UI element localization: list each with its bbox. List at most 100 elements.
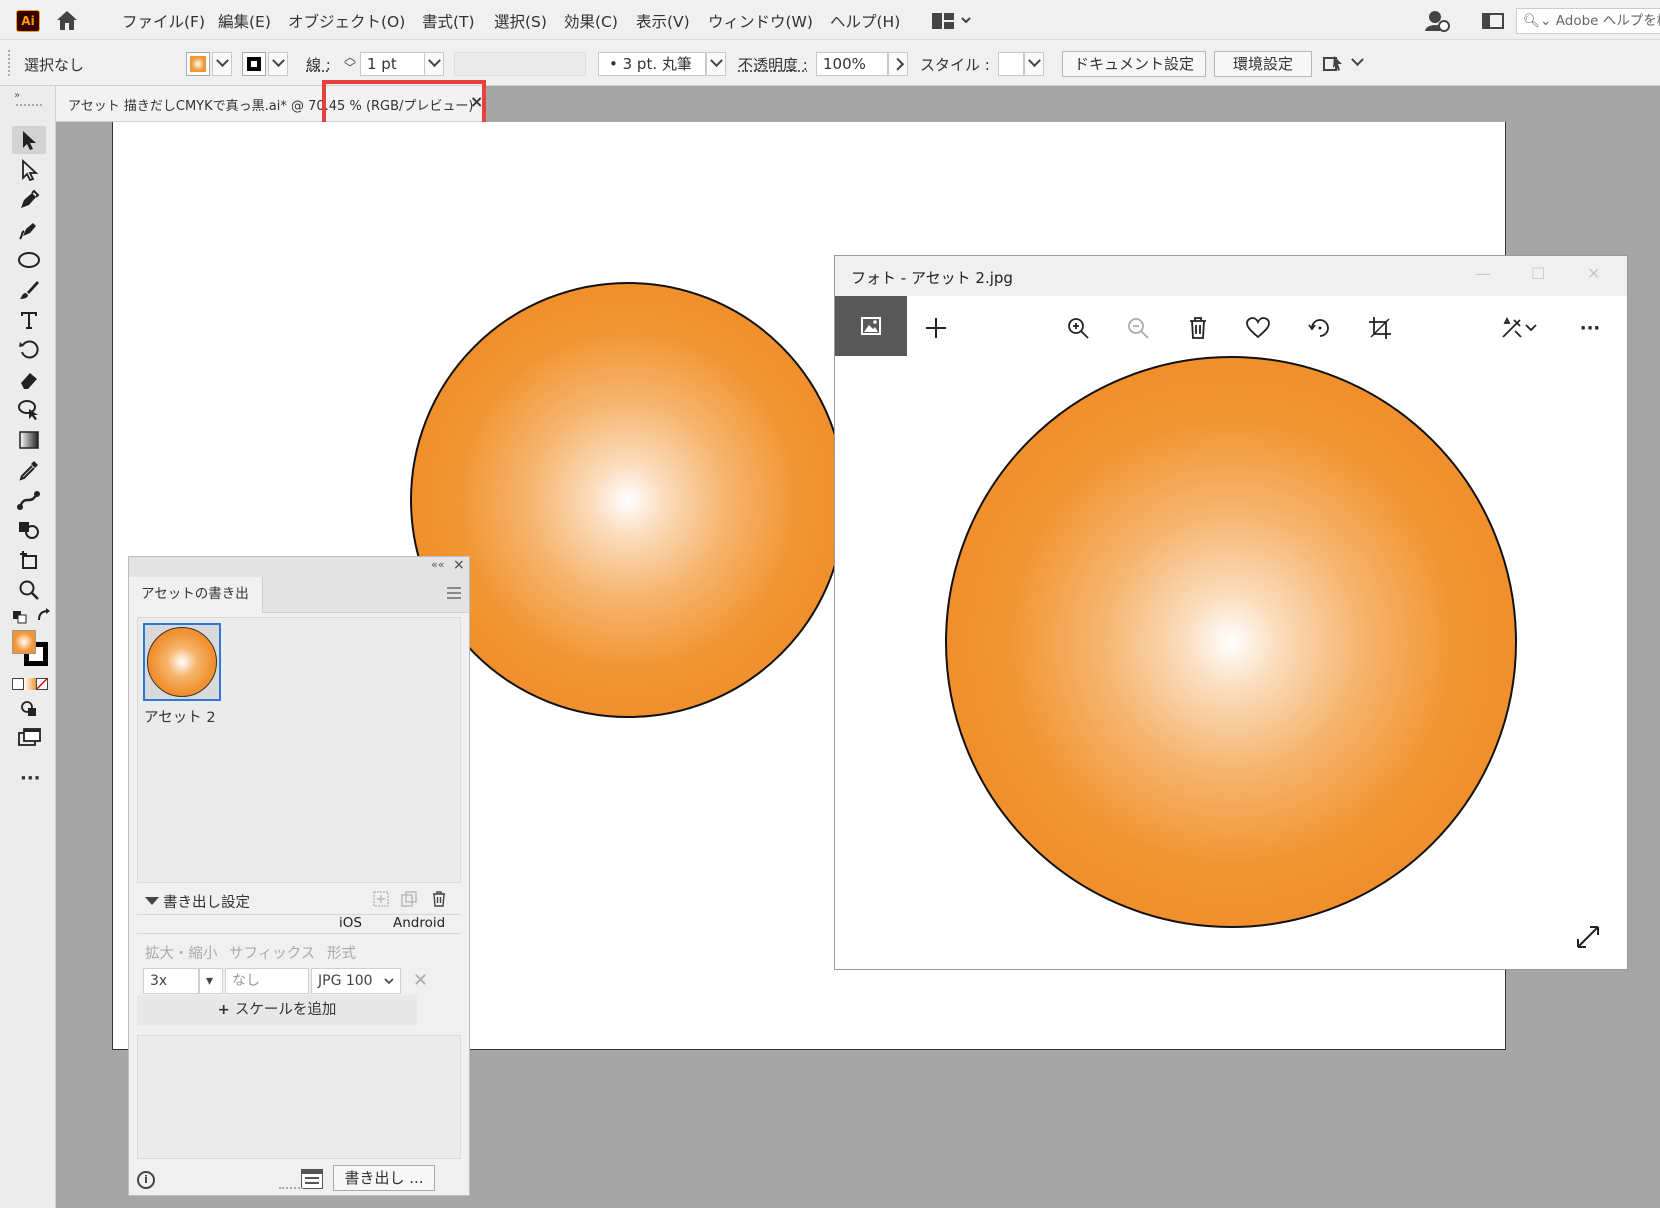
draw-mode-icon[interactable]	[20, 700, 38, 718]
favorite-button[interactable]	[1245, 315, 1271, 341]
help-search-input[interactable]: 🔍︎⌄ Adobe ヘルプを検	[1516, 8, 1660, 34]
add-scale-button[interactable]: + スケールを追加	[137, 995, 417, 1025]
style-dropdown[interactable]	[1024, 52, 1044, 76]
tab-asset-export[interactable]: アセットの書き出し	[129, 577, 263, 636]
edit-create-button[interactable]	[1499, 315, 1525, 341]
menu-view[interactable]: 表示(V)	[636, 10, 690, 32]
none-mode-icon[interactable]	[36, 678, 48, 690]
menu-edit[interactable]: 編集(E)	[218, 10, 271, 32]
panel-toggle-icon[interactable]	[1482, 13, 1504, 29]
zoom-in-button[interactable]	[1065, 315, 1091, 341]
more-tools-icon[interactable]: ···	[20, 768, 41, 789]
rotate-button[interactable]	[1307, 315, 1333, 341]
asset-thumbnail[interactable]	[143, 623, 221, 701]
menu-window[interactable]: ウィンドウ(W)	[708, 10, 813, 32]
menu-object[interactable]: オブジェクト(O)	[288, 10, 405, 32]
lasso-select-tool[interactable]	[12, 396, 46, 424]
add-multiple-assets-icon[interactable]	[401, 891, 417, 907]
document-setup-button[interactable]: ドキュメント設定	[1062, 51, 1206, 77]
default-colors-icon[interactable]	[12, 610, 28, 624]
shape-builder-tool[interactable]	[12, 516, 46, 544]
collapse-panel-icon[interactable]: ««	[431, 558, 444, 571]
minimize-icon[interactable]: —	[1475, 264, 1491, 283]
curvature-tool[interactable]	[12, 216, 46, 244]
fill-color-swatch[interactable]	[186, 52, 210, 76]
remove-scale-icon[interactable]: ✕	[413, 970, 428, 991]
crop-button[interactable]	[1367, 315, 1393, 341]
menu-type[interactable]: 書式(T)	[422, 10, 475, 32]
swap-colors-icon[interactable]	[36, 608, 52, 624]
close-panel-icon[interactable]: ×	[453, 557, 465, 573]
screen-mode-icon[interactable]	[18, 728, 42, 746]
stroke-color-swatch[interactable]	[242, 52, 266, 76]
add-asset-icon[interactable]	[373, 891, 389, 907]
edit-create-dropdown[interactable]	[1523, 315, 1539, 341]
panel-resize-grip[interactable]	[279, 1187, 303, 1191]
menu-file[interactable]: ファイル(F)	[122, 10, 205, 32]
photos-titlebar[interactable]: フォト - アセット 2.jpg — ☐ ✕	[835, 256, 1627, 296]
zoom-tool[interactable]	[12, 576, 46, 604]
panel-expand-icon[interactable]: »	[14, 90, 20, 101]
home-icon[interactable]	[54, 8, 80, 32]
paintbrush-tool[interactable]	[12, 276, 46, 304]
menu-help[interactable]: ヘルプ(H)	[830, 10, 900, 32]
fill-color-box[interactable]	[12, 630, 36, 654]
add-to-button[interactable]	[923, 315, 949, 341]
close-icon[interactable]: ✕	[1587, 264, 1600, 283]
graphic-style-swatch[interactable]	[998, 52, 1024, 76]
preferences-button[interactable]: 環境設定	[1214, 51, 1312, 77]
workspace-switcher-icon[interactable]	[932, 12, 972, 30]
eyedropper-tool[interactable]	[12, 456, 46, 484]
color-mode-icon[interactable]	[12, 678, 24, 690]
menu-select[interactable]: 選択(S)	[494, 10, 547, 32]
gradient-circle-artwork[interactable]	[410, 282, 846, 718]
menu-effect[interactable]: 効果(C)	[564, 10, 618, 32]
brush-definition[interactable]: • 3 pt. 丸筆	[598, 52, 706, 76]
brush-dropdown[interactable]	[706, 52, 726, 76]
disclosure-triangle-icon[interactable]	[145, 897, 159, 905]
info-icon[interactable]: i	[137, 1171, 155, 1189]
eraser-tool[interactable]	[12, 366, 46, 394]
suffix-input[interactable]: なし	[225, 968, 309, 994]
fullscreen-expand-icon[interactable]	[1575, 924, 1601, 950]
artboard-tool[interactable]	[12, 546, 46, 574]
asset-name-label[interactable]: アセット 2	[144, 706, 216, 727]
trash-icon[interactable]	[431, 891, 447, 907]
opacity-input[interactable]: 100%	[816, 52, 888, 76]
type-tool[interactable]	[12, 306, 46, 334]
fill-dropdown[interactable]	[212, 52, 232, 76]
panel-header[interactable]: «« ×	[129, 557, 469, 577]
scale-dropdown[interactable]: ▾	[199, 968, 223, 994]
export-button[interactable]: 書き出し ...	[333, 1165, 435, 1191]
ios-preset-link[interactable]: iOS	[339, 915, 362, 931]
stroke-dropdown[interactable]	[268, 52, 288, 76]
stroke-stepper[interactable]: ︿ ﹀	[342, 51, 358, 76]
selection-tool[interactable]	[12, 126, 46, 154]
scale-input[interactable]: 3x	[143, 968, 199, 994]
variable-width-profile[interactable]	[454, 52, 586, 76]
arrange-documents-icon[interactable]	[1322, 52, 1346, 76]
maximize-icon[interactable]: ☐	[1531, 264, 1545, 283]
stroke-label[interactable]: 線 :	[306, 54, 331, 75]
pen-tool[interactable]	[12, 186, 46, 214]
rotate-tool[interactable]	[12, 336, 46, 364]
panel-menu-icon[interactable]	[447, 587, 461, 599]
android-preset-link[interactable]: Android	[393, 915, 445, 931]
panel-grip[interactable]	[16, 104, 42, 108]
ellipse-tool[interactable]	[12, 246, 46, 274]
format-select[interactable]: JPG 100	[311, 968, 401, 994]
delete-button[interactable]	[1185, 315, 1211, 341]
stroke-weight-input[interactable]: 1 pt	[360, 52, 426, 76]
stroke-weight-dropdown[interactable]	[424, 52, 444, 76]
see-all-photos-button[interactable]	[835, 296, 907, 356]
gradient-tool[interactable]	[12, 426, 46, 454]
zoom-out-button[interactable]	[1125, 315, 1151, 341]
puppet-warp-tool[interactable]	[12, 486, 46, 514]
control-bar-grip[interactable]	[8, 50, 12, 76]
opacity-arrow[interactable]	[888, 52, 908, 76]
more-options-icon[interactable]: ···	[1577, 315, 1603, 341]
export-dialog-icon[interactable]	[301, 1169, 323, 1189]
user-account-icon[interactable]	[1424, 9, 1450, 33]
opacity-label[interactable]: 不透明度 :	[738, 54, 808, 75]
gradient-mode-icon[interactable]	[24, 678, 36, 690]
